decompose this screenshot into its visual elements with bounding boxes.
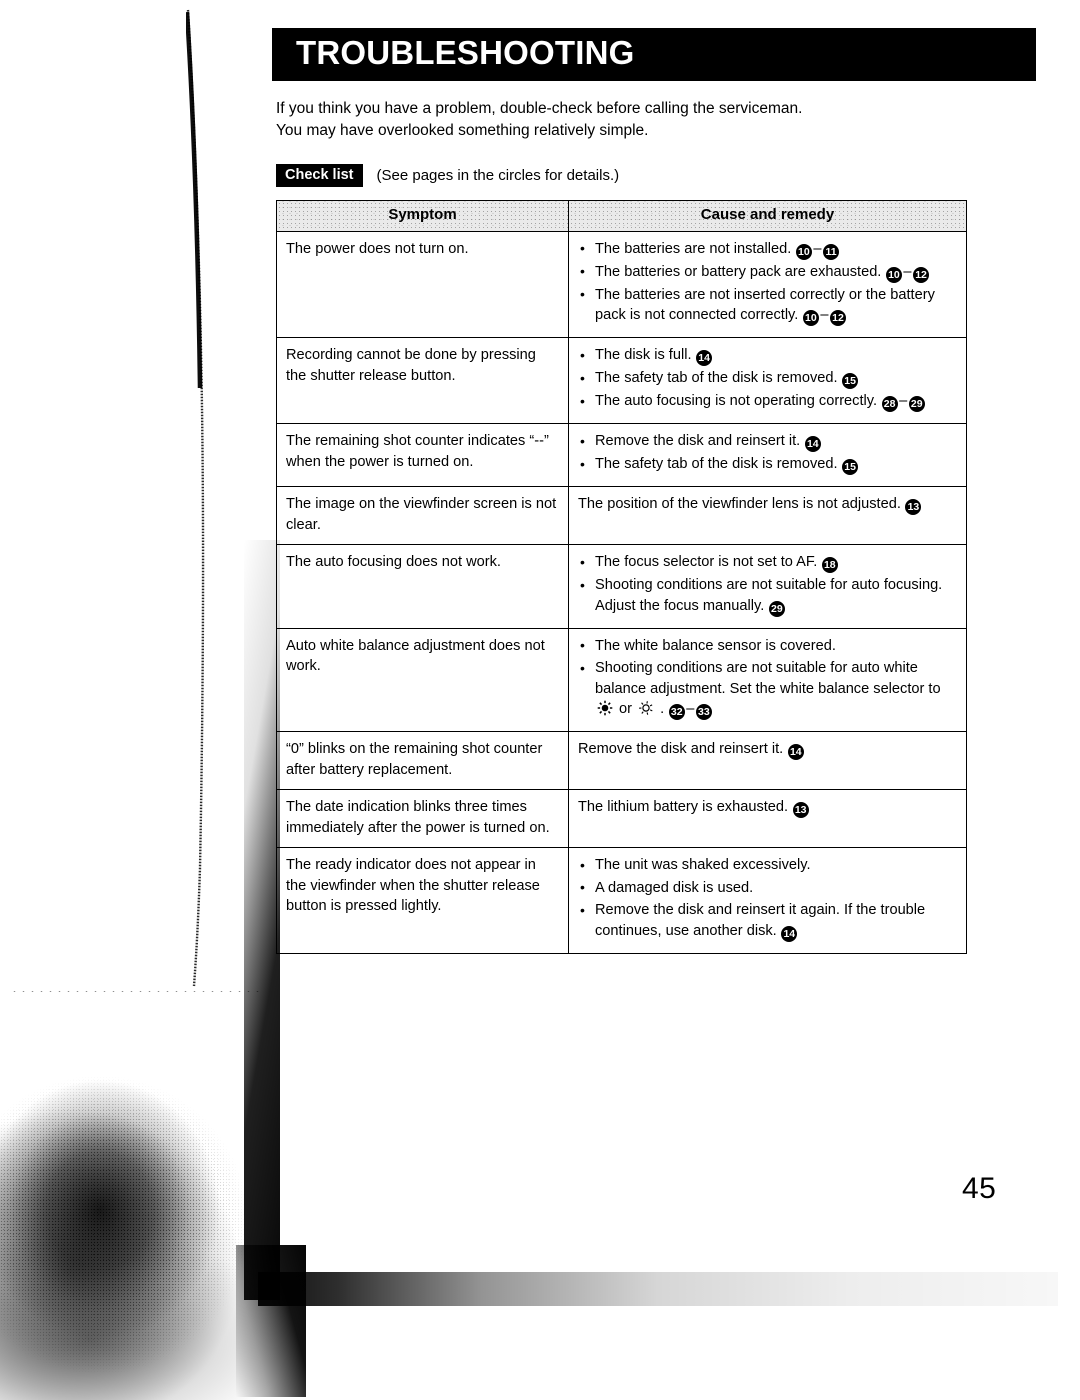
cause-list-item: Remove the disk and reinsert it again. I… (578, 900, 958, 942)
cell-symptom: Recording cannot be done by pressing the… (277, 338, 569, 424)
cause-list: The white balance sensor is covered. Sho… (578, 636, 958, 721)
table-body: The power does not turn on.The batteries… (277, 231, 967, 953)
cell-symptom: The ready indicator does not appear in t… (277, 848, 569, 954)
cell-symptom: The power does not turn on. (277, 231, 569, 338)
page-reference-circle: 13 (905, 499, 921, 515)
page-reference-circle: 14 (788, 744, 804, 760)
cell-cause-remedy: The disk is full. 14The safety tab of th… (569, 338, 967, 424)
page-number: 45 (962, 1172, 996, 1206)
reference-dash: – (899, 393, 907, 409)
table-header-row: Symptom Cause and remedy (277, 201, 967, 232)
cause-list-item: The batteries are not inserted correctly… (578, 285, 958, 327)
cell-cause-remedy: The unit was shaked excessively. A damag… (569, 848, 967, 954)
cause-list-item: The batteries are not installed. 10–11 (578, 239, 958, 260)
cause-list-item: A damaged disk is used. (578, 878, 958, 899)
table-row: Auto white balance adjustment does not w… (277, 628, 967, 732)
page-reference-circle: 15 (842, 459, 858, 475)
table-row: The ready indicator does not appear in t… (277, 848, 967, 954)
cell-cause-remedy: The white balance sensor is covered. Sho… (569, 628, 967, 732)
page-reference-circle: 13 (793, 802, 809, 818)
page-reference-circle: 33 (696, 704, 712, 720)
reference-dash: – (813, 241, 821, 257)
troubleshooting-table: Symptom Cause and remedy The power does … (276, 200, 967, 954)
cell-cause-remedy: Remove the disk and reinsert it. 14 (569, 732, 967, 790)
cause-list: Remove the disk and reinsert it. 14The s… (578, 431, 958, 475)
cell-cause-remedy: The position of the viewfinder lens is n… (569, 487, 967, 545)
page-reference-circle: 18 (822, 557, 838, 573)
sun-bright-icon (597, 700, 613, 716)
cell-cause-remedy: Remove the disk and reinsert it. 14The s… (569, 424, 967, 487)
page-reference-circle: 10 (796, 244, 812, 260)
table-row: The auto focusing does not work.The focu… (277, 545, 967, 629)
cause-list-item: The safety tab of the disk is removed. 1… (578, 454, 958, 475)
page-reference-circle: 29 (769, 601, 785, 617)
cause-list-item: The batteries or battery pack are exhaus… (578, 262, 958, 283)
table-row: “0” blinks on the remaining shot counter… (277, 732, 967, 790)
page-reference-circle: 14 (805, 436, 821, 452)
cause-list-item: The white balance sensor is covered. (578, 636, 958, 657)
cause-list-item: Shooting conditions are not suitable for… (578, 575, 958, 617)
cell-symptom: The auto focusing does not work. (277, 545, 569, 629)
page-reference-circle: 10 (803, 310, 819, 326)
page-reference-circle: 12 (913, 267, 929, 283)
check-list-heading: Check list (See pages in the circles for… (276, 164, 619, 187)
intro-line-1: If you think you have a problem, double-… (276, 98, 996, 120)
column-header-cause-remedy: Cause and remedy (569, 201, 967, 232)
cause-text: The lithium battery is exhausted. 13 (578, 797, 958, 818)
reference-dash: – (820, 307, 828, 323)
page-reference-circle: 14 (696, 350, 712, 366)
page-title: TROUBLESHOOTING (296, 34, 635, 72)
cell-symptom: “0” blinks on the remaining shot counter… (277, 732, 569, 790)
title-banner: TROUBLESHOOTING (272, 28, 1036, 81)
cell-symptom: The remaining shot counter indicates “--… (277, 424, 569, 487)
sun-dim-icon (638, 700, 654, 716)
cell-cause-remedy: The batteries are not installed. 10–11Th… (569, 231, 967, 338)
cause-list-item: The unit was shaked excessively. (578, 855, 958, 876)
cause-list-item: The disk is full. 14 (578, 345, 958, 366)
reference-dash: – (903, 264, 911, 280)
table-row: The date indication blinks three times i… (277, 790, 967, 848)
cause-list-item: The focus selector is not set to AF. 18 (578, 552, 958, 573)
page-reference-circle: 29 (909, 396, 925, 412)
page-reference-circle: 11 (823, 244, 839, 260)
page-reference-circle: 14 (781, 926, 797, 942)
page-reference-circle: 10 (886, 267, 902, 283)
reference-dash: – (686, 701, 694, 717)
cell-symptom: The image on the viewfinder screen is no… (277, 487, 569, 545)
page-reference-circle: 15 (842, 373, 858, 389)
cause-text: Remove the disk and reinsert it. 14 (578, 739, 958, 760)
page-reference-circle: 32 (669, 704, 685, 720)
cause-list: The disk is full. 14The safety tab of th… (578, 345, 958, 412)
table-row: The power does not turn on.The batteries… (277, 231, 967, 338)
cell-cause-remedy: The lithium battery is exhausted. 13 (569, 790, 967, 848)
check-list-badge: Check list (276, 164, 363, 187)
cause-list: The batteries are not installed. 10–11Th… (578, 239, 958, 327)
cause-list-item: The safety tab of the disk is removed. 1… (578, 368, 958, 389)
page-reference-circle: 12 (830, 310, 846, 326)
cell-cause-remedy: The focus selector is not set to AF. 18S… (569, 545, 967, 629)
cell-symptom: Auto white balance adjustment does not w… (277, 628, 569, 732)
cell-symptom: The date indication blinks three times i… (277, 790, 569, 848)
cause-text: The position of the viewfinder lens is n… (578, 494, 958, 515)
page-reference-circle: 28 (882, 396, 898, 412)
intro-line-2: You may have overlooked something relati… (276, 120, 996, 142)
cause-list-item: Remove the disk and reinsert it. 14 (578, 431, 958, 452)
cause-list-item: The auto focusing is not operating corre… (578, 391, 958, 412)
column-header-symptom: Symptom (277, 201, 569, 232)
cause-list: The unit was shaked excessively. A damag… (578, 855, 958, 942)
intro-paragraph: If you think you have a problem, double-… (276, 98, 996, 142)
check-list-note: (See pages in the circles for details.) (377, 167, 620, 184)
cause-list-item: Shooting conditions are not suitable for… (578, 658, 958, 720)
table-row: Recording cannot be done by pressing the… (277, 338, 967, 424)
table-row: The remaining shot counter indicates “--… (277, 424, 967, 487)
table-row: The image on the viewfinder screen is no… (277, 487, 967, 545)
cause-list: The focus selector is not set to AF. 18S… (578, 552, 958, 617)
